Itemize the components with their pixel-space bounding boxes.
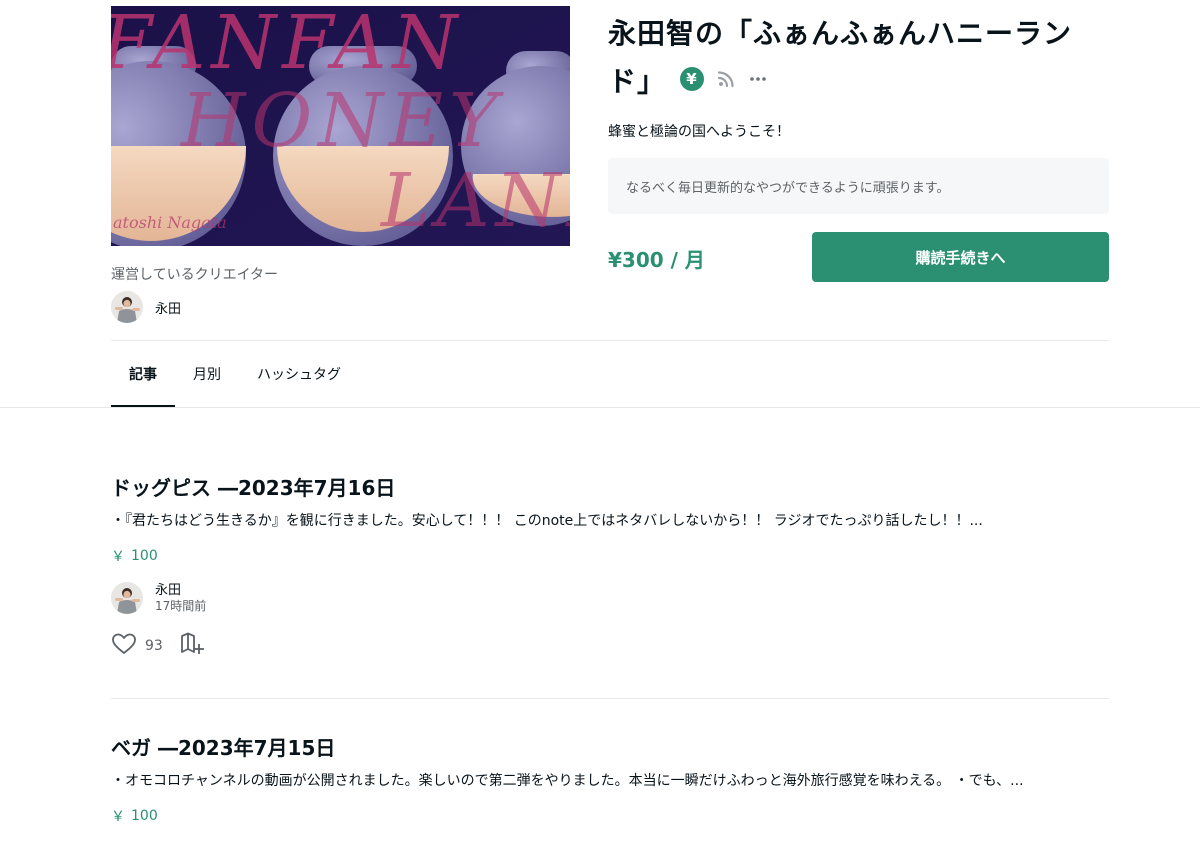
magazine-cover-image: FANFAN HONEY LAND atoshi Nagata bbox=[111, 6, 570, 246]
article-price-symbol: ￥ bbox=[111, 549, 125, 565]
magazine-title-text: 永田智の「ふぁんふぁんハニーランド」 bbox=[608, 17, 1073, 98]
cover-signature: atoshi Nagata bbox=[113, 213, 227, 232]
add-to-magazine-icon[interactable] bbox=[179, 632, 205, 660]
article-actions: 93 bbox=[111, 632, 1109, 660]
article-price-value: 100 bbox=[131, 808, 158, 824]
article-divider bbox=[111, 698, 1109, 699]
author-meta: 永田 17時間前 bbox=[155, 583, 206, 614]
article-excerpt: ・『君たちはどう生きるか』を観に行きました。安心して！！！ このnote上ではネ… bbox=[111, 513, 983, 529]
article-price-value: 100 bbox=[131, 548, 158, 564]
article-title[interactable]: ドッグピス ―2023年7月16日 bbox=[111, 474, 1109, 502]
cover-text-line3: LAND bbox=[379, 158, 570, 244]
creator-avatar[interactable] bbox=[111, 291, 143, 323]
magazine-title-icons: ¥ bbox=[680, 67, 768, 91]
creator-link[interactable]: 永田 bbox=[111, 291, 181, 323]
magazine-tabs: 記事 月別 ハッシュタグ bbox=[111, 341, 359, 407]
tabs-divider bbox=[0, 407, 1200, 408]
creator-section-label: 運営しているクリエイター bbox=[111, 267, 279, 283]
author-avatar[interactable] bbox=[111, 582, 143, 614]
article-excerpt: ・オモコロチャンネルの動画が公開されました。楽しいので第二弾をやりました。本当に… bbox=[111, 773, 1024, 789]
tab-monthly[interactable]: 月別 bbox=[175, 341, 239, 407]
yen-icon: ¥ bbox=[680, 67, 705, 91]
magazine-tagline: 蜂蜜と極論の国へようこそ！ bbox=[608, 124, 790, 140]
tab-hashtags[interactable]: ハッシュタグ bbox=[239, 341, 359, 407]
post-time: 17時間前 bbox=[155, 598, 207, 613]
article-card[interactable]: ドッグピス ―2023年7月16日 ・『君たちはどう生きるか』を観に行きました。… bbox=[111, 474, 1109, 660]
creator-name[interactable]: 永田 bbox=[155, 298, 181, 317]
article-price: ￥ 100 bbox=[111, 806, 1109, 826]
magazine-description-text: なるべく毎日更新的なやつができるように頑張ります。 bbox=[626, 180, 950, 196]
article-author[interactable]: 永田 17時間前 bbox=[111, 582, 1109, 614]
article-title[interactable]: ベガ ―2023年7月15日 bbox=[111, 734, 1109, 762]
cover-text-line1: FANFAN bbox=[111, 6, 463, 86]
subscription-price: ¥300 / 月 bbox=[608, 248, 705, 272]
author-name[interactable]: 永田 bbox=[155, 583, 206, 599]
article-card[interactable]: ベガ ―2023年7月15日 ・オモコロチャンネルの動画が公開されました。楽しい… bbox=[111, 734, 1109, 826]
heart-icon[interactable] bbox=[111, 632, 137, 660]
article-price-symbol: ￥ bbox=[111, 809, 125, 825]
magazine-description: なるべく毎日更新的なやつができるように頑張ります。 bbox=[608, 158, 1109, 214]
rss-icon[interactable] bbox=[716, 69, 736, 89]
subscribe-button[interactable]: 購読手続きへ bbox=[812, 232, 1109, 282]
cover-text-line2: HONEY bbox=[179, 78, 504, 164]
tab-articles[interactable]: 記事 bbox=[111, 341, 175, 407]
article-price: ￥ 100 bbox=[111, 546, 1109, 566]
like-count: 93 bbox=[145, 638, 163, 654]
magazine-title: 永田智の「ふぁんふぁんハニーランド」 ¥ bbox=[608, 10, 1108, 106]
more-icon[interactable] bbox=[748, 69, 768, 89]
